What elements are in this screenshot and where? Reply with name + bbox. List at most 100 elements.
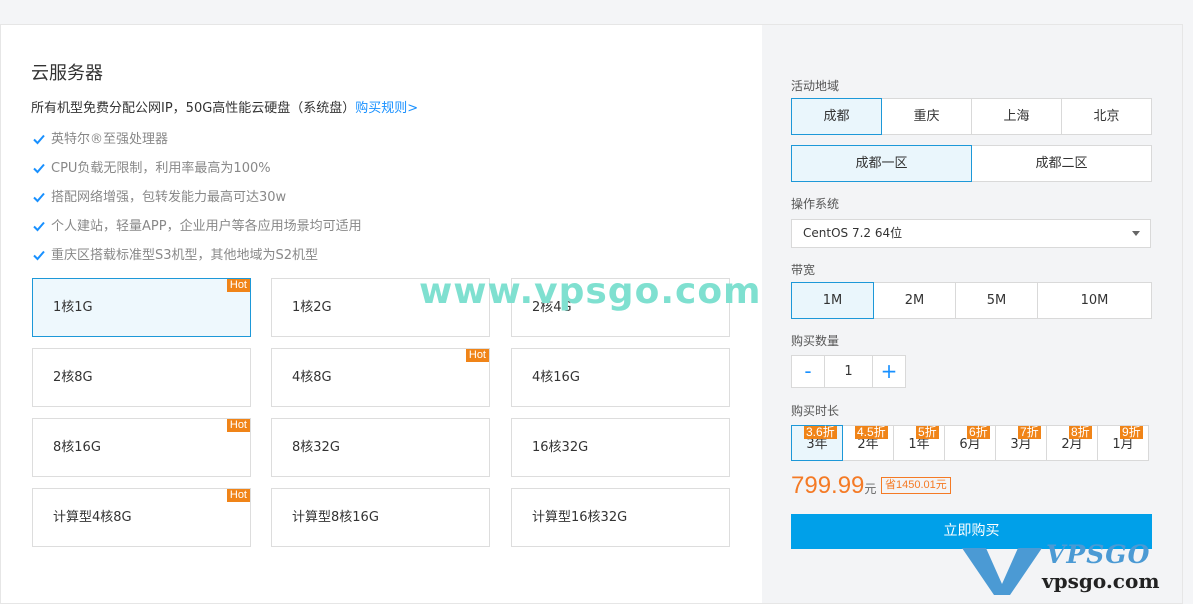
duration-label-text: 1月 [1112, 437, 1134, 452]
os-label: 操作系统 [791, 197, 840, 211]
duration-option-3m[interactable]: 3月 7折 [995, 425, 1047, 461]
region-option-beijing[interactable]: 北京 [1061, 98, 1152, 135]
feature-item: 重庆区搭载标准型S3机型，其他地域为S2机型 [33, 246, 362, 275]
plan-card[interactable]: 计算型8核16G [271, 488, 490, 547]
bandwidth-label: 带宽 [791, 263, 816, 277]
hot-badge: Hot [465, 349, 489, 362]
logo-v-icon [962, 548, 1042, 595]
discount-badge: 7折 [1018, 425, 1041, 439]
bandwidth-selector: 1M 2M 5M 10M [791, 282, 1152, 319]
duration-label-text: 6月 [959, 437, 981, 452]
plan-card[interactable]: 1核1G Hot [32, 278, 251, 337]
watermark-text: www.vpsgo.com [419, 271, 762, 312]
price-unit: 元 [864, 482, 877, 496]
duration-selector: 3年 3.6折 2年 4.5折 1年 5折 6月 6折 3月 7折 2月 8折 1月 9折 [791, 425, 1149, 461]
quantity-increase-button[interactable]: + [872, 355, 906, 388]
quantity-input[interactable]: 1 [824, 355, 873, 388]
plan-card[interactable]: 8核32G [271, 418, 490, 477]
region-option-chengdu[interactable]: 成都 [791, 98, 882, 135]
product-info: 云服务器 所有机型免费分配公网IP，50G高性能云硬盘（系统盘）购买规则> 英特… [1, 25, 762, 603]
plan-card[interactable]: 8核16G Hot [32, 418, 251, 477]
discount-badge: 6折 [967, 425, 990, 439]
caret-down-icon [1132, 231, 1140, 236]
bandwidth-option-2m[interactable]: 2M [873, 282, 956, 319]
duration-label-text: 3年 [806, 437, 828, 452]
plan-card[interactable]: 计算型4核8G Hot [32, 488, 251, 547]
plan-label: 8核32G [292, 440, 340, 455]
duration-option-2y[interactable]: 2年 4.5折 [842, 425, 894, 461]
zone-option-2[interactable]: 成都二区 [971, 145, 1152, 182]
logo-text-bottom: vpsgo.com [1042, 569, 1160, 593]
region-option-shanghai[interactable]: 上海 [971, 98, 1062, 135]
bandwidth-option-10m[interactable]: 10M [1037, 282, 1152, 319]
duration-option-6m[interactable]: 6月 6折 [944, 425, 996, 461]
feature-text: 个人建站，轻量APP，企业用户等各应用场景均可适用 [51, 219, 362, 234]
plan-card[interactable]: 4核16G [511, 348, 730, 407]
feature-item: 个人建站，轻量APP，企业用户等各应用场景均可适用 [33, 217, 362, 246]
plan-card[interactable]: 4核8G Hot [271, 348, 490, 407]
product-panel: 云服务器 所有机型免费分配公网IP，50G高性能云硬盘（系统盘）购买规则> 英特… [0, 24, 1183, 604]
hot-badge: Hot [226, 279, 250, 292]
description-text: 所有机型免费分配公网IP，50G高性能云硬盘（系统盘） [31, 101, 356, 116]
plan-label: 2核8G [53, 370, 93, 385]
check-icon [33, 192, 45, 203]
feature-list: 英特尔®至强处理器 CPU负载无限制，利用率最高为100% 搭配网络增强，包转发… [33, 130, 362, 275]
feature-item: CPU负载无限制，利用率最高为100% [33, 159, 362, 188]
plan-label: 16核32G [532, 440, 589, 455]
duration-option-3y[interactable]: 3年 3.6折 [791, 425, 843, 461]
plan-label: 计算型4核8G [53, 510, 132, 525]
os-select[interactable]: CentOS 7.2 64位 [791, 219, 1151, 248]
check-icon [33, 163, 45, 174]
product-description: 所有机型免费分配公网IP，50G高性能云硬盘（系统盘）购买规则> [31, 97, 418, 116]
feature-item: 搭配网络增强，包转发能力最高可达30w [33, 188, 362, 217]
plan-label: 1核2G [292, 300, 332, 315]
check-icon [33, 134, 45, 145]
hot-badge: Hot [226, 489, 250, 502]
plan-label: 8核16G [53, 440, 101, 455]
duration-label-text: 3月 [1010, 437, 1032, 452]
feature-text: CPU负载无限制，利用率最高为100% [51, 161, 271, 176]
duration-label-text: 1年 [908, 437, 930, 452]
region-selector: 成都 重庆 上海 北京 [791, 98, 1152, 135]
discount-badge: 4.5折 [855, 425, 888, 439]
price-value: 799.99 [791, 472, 865, 499]
feature-text: 英特尔®至强处理器 [51, 132, 169, 147]
region-option-chongqing[interactable]: 重庆 [881, 98, 972, 135]
plan-card[interactable]: 计算型16核32G [511, 488, 730, 547]
plan-card[interactable]: 2核8G [32, 348, 251, 407]
duration-option-1y[interactable]: 1年 5折 [893, 425, 945, 461]
zone-option-1[interactable]: 成都一区 [791, 145, 972, 182]
discount-badge: 9折 [1120, 425, 1143, 439]
quantity-decrease-button[interactable]: - [791, 355, 825, 388]
discount-badge: 8折 [1069, 425, 1092, 439]
product-title: 云服务器 [31, 63, 103, 84]
feature-text: 重庆区搭载标准型S3机型，其他地域为S2机型 [51, 248, 319, 263]
discount-badge: 5折 [916, 425, 939, 439]
feature-text: 搭配网络增强，包转发能力最高可达30w [51, 190, 287, 205]
os-value: CentOS 7.2 64位 [803, 226, 903, 240]
quantity-label: 购买数量 [791, 334, 840, 348]
duration-option-1m[interactable]: 1月 9折 [1097, 425, 1149, 461]
bandwidth-option-1m[interactable]: 1M [791, 282, 874, 319]
logo-text-top: VPSGO [1046, 540, 1151, 569]
config-panel: 活动地域 成都 重庆 上海 北京 成都一区 成都二区 操作系统 CentOS 7… [762, 25, 1182, 603]
duration-label-text: 2月 [1061, 437, 1083, 452]
check-icon [33, 250, 45, 261]
plan-label: 4核16G [532, 370, 580, 385]
duration-label-text: 2年 [857, 437, 879, 452]
duration-option-2m[interactable]: 2月 8折 [1046, 425, 1098, 461]
purchase-rules-link[interactable]: 购买规则> [355, 101, 418, 116]
discount-badge: 3.6折 [804, 425, 837, 439]
plan-label: 4核8G [292, 370, 332, 385]
price-display: 799.99元 [791, 472, 876, 500]
quantity-stepper: - 1 + [791, 355, 906, 388]
feature-item: 英特尔®至强处理器 [33, 130, 362, 159]
plan-card[interactable]: 16核32G [511, 418, 730, 477]
vpsgo-logo: VPSGO vpsgo.com [962, 540, 1193, 595]
plan-label: 计算型16核32G [532, 510, 628, 525]
bandwidth-option-5m[interactable]: 5M [955, 282, 1038, 319]
check-icon [33, 221, 45, 232]
plan-label: 计算型8核16G [292, 510, 379, 525]
hot-badge: Hot [226, 419, 250, 432]
zone-selector: 成都一区 成都二区 [791, 145, 1152, 182]
